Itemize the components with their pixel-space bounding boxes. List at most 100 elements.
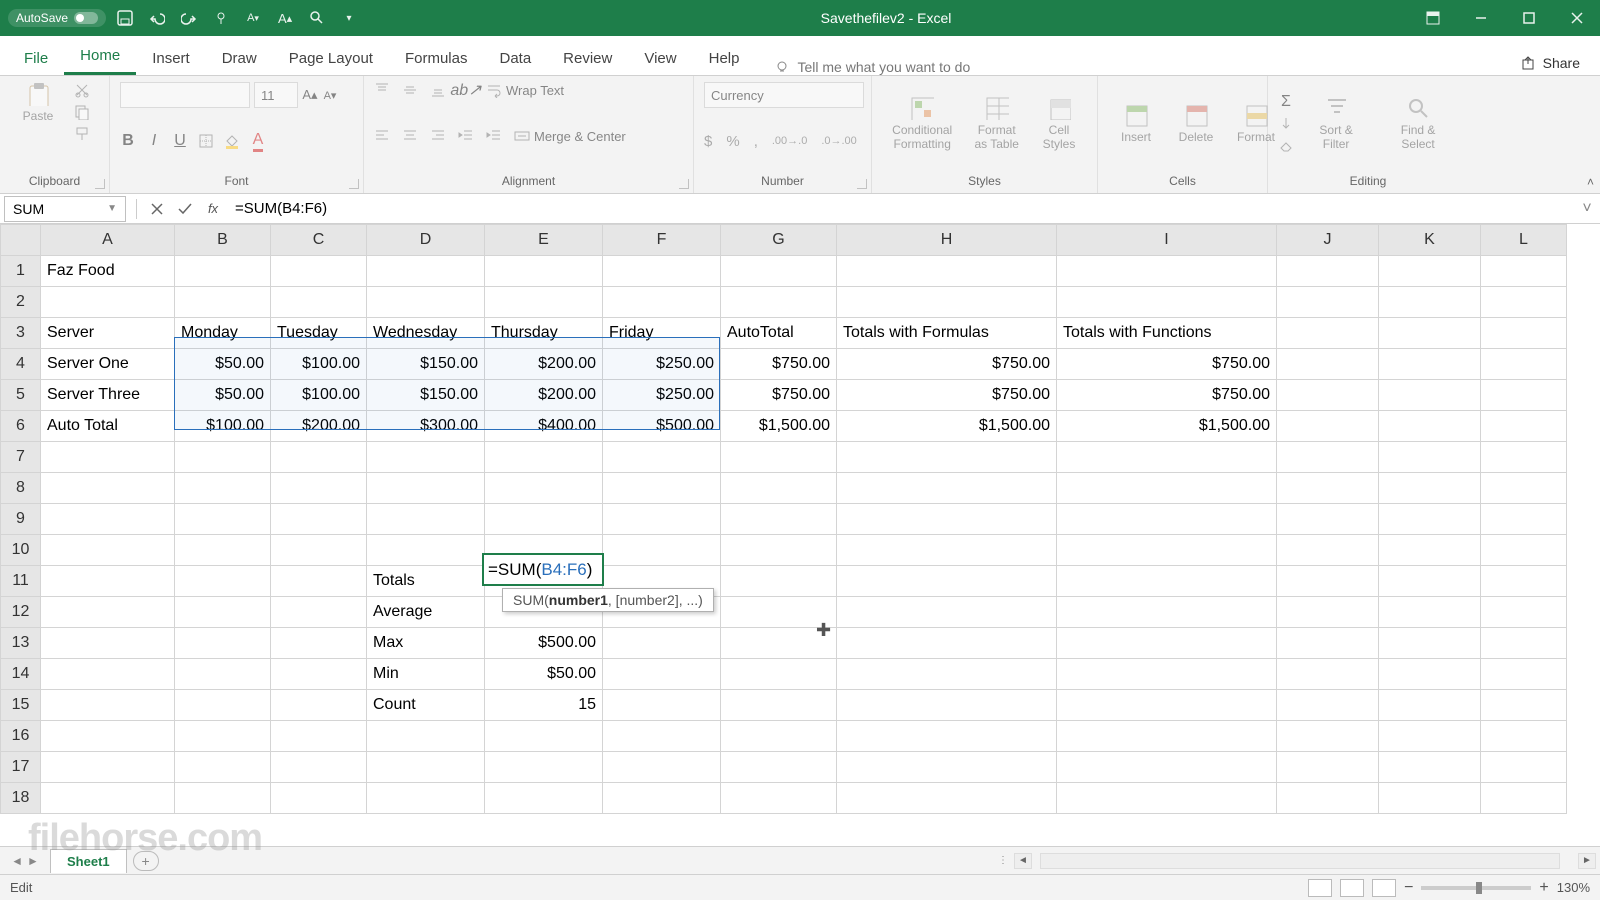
cell-E2[interactable] [485,287,603,318]
cell-A9[interactable] [41,504,175,535]
cell-G9[interactable] [721,504,837,535]
alignment-launcher-icon[interactable] [679,179,689,189]
italic-icon[interactable]: I [146,133,162,149]
cell-C8[interactable] [271,473,367,504]
cell-G5[interactable]: $750.00 [721,380,837,411]
cell-I6[interactable]: $1,500.00 [1057,411,1277,442]
row-header-9[interactable]: 9 [1,504,41,535]
row-header-11[interactable]: 11 [1,566,41,597]
page-layout-view-icon[interactable] [1340,879,1364,897]
cell-G14[interactable] [721,659,837,690]
grow-font-icon[interactable]: A▴ [302,87,318,103]
tab-file[interactable]: File [8,40,64,75]
cell-K14[interactable] [1379,659,1481,690]
cell-E12[interactable] [485,597,603,628]
cell-D3[interactable]: Wednesday [367,318,485,349]
hscroll-left-icon[interactable]: ◄ [1014,853,1032,869]
row-header-13[interactable]: 13 [1,628,41,659]
cell-H10[interactable] [837,535,1057,566]
cell-J6[interactable] [1277,411,1379,442]
row-header-5[interactable]: 5 [1,380,41,411]
zoom-slider[interactable] [1421,886,1531,890]
accounting-format-icon[interactable]: $ [704,133,712,150]
cell-L10[interactable] [1481,535,1567,566]
cell-K5[interactable] [1379,380,1481,411]
cell-F11[interactable] [603,566,721,597]
cell-I13[interactable] [1057,628,1277,659]
cell-E7[interactable] [485,442,603,473]
page-break-view-icon[interactable] [1372,879,1396,897]
col-header-I[interactable]: I [1057,225,1277,256]
cell-I10[interactable] [1057,535,1277,566]
cell-E6[interactable]: $400.00 [485,411,603,442]
cell-C14[interactable] [271,659,367,690]
cell-A14[interactable] [41,659,175,690]
row-header-16[interactable]: 16 [1,721,41,752]
sort-filter-button[interactable]: Sort & Filter [1300,96,1372,152]
cell-C11[interactable] [271,566,367,597]
cell-L3[interactable] [1481,318,1567,349]
cell-J4[interactable] [1277,349,1379,380]
cell-L14[interactable] [1481,659,1567,690]
cell-C5[interactable]: $100.00 [271,380,367,411]
row-header-15[interactable]: 15 [1,690,41,721]
cell-H18[interactable] [837,783,1057,814]
row-header-3[interactable]: 3 [1,318,41,349]
cell-A18[interactable] [41,783,175,814]
cell-J11[interactable] [1277,566,1379,597]
cell-F9[interactable] [603,504,721,535]
cell-I15[interactable] [1057,690,1277,721]
tab-home[interactable]: Home [64,37,136,75]
cell-D8[interactable] [367,473,485,504]
cell-C17[interactable] [271,752,367,783]
paste-button[interactable]: Paste [10,82,66,124]
delete-cells-button[interactable]: Delete [1168,103,1224,145]
cell-F8[interactable] [603,473,721,504]
cell-J13[interactable] [1277,628,1379,659]
cell-I11[interactable] [1057,566,1277,597]
cell-F18[interactable] [603,783,721,814]
cell-A15[interactable] [41,690,175,721]
increase-indent-icon[interactable] [486,128,502,144]
cell-A4[interactable]: Server One [41,349,175,380]
cell-I5[interactable]: $750.00 [1057,380,1277,411]
cell-L8[interactable] [1481,473,1567,504]
redo-icon[interactable] [176,5,202,31]
cell-F6[interactable]: $500.00 [603,411,721,442]
cell-K15[interactable] [1379,690,1481,721]
cell-L11[interactable] [1481,566,1567,597]
cell-L12[interactable] [1481,597,1567,628]
worksheet-area[interactable]: ABCDEFGHIJKL1Faz Food23ServerMondayTuesd… [0,224,1600,838]
cell-G10[interactable] [721,535,837,566]
font-size-dropdown[interactable] [254,82,298,108]
cell-C13[interactable] [271,628,367,659]
cell-L1[interactable] [1481,256,1567,287]
cell-B1[interactable] [175,256,271,287]
cell-F14[interactable] [603,659,721,690]
cell-C6[interactable]: $200.00 [271,411,367,442]
cell-B16[interactable] [175,721,271,752]
cell-G13[interactable] [721,628,837,659]
cell-F10[interactable] [603,535,721,566]
cell-styles-button[interactable]: Cell Styles [1031,96,1087,152]
cell-B17[interactable] [175,752,271,783]
find-select-button[interactable]: Find & Select [1378,96,1458,152]
decrease-decimal-icon[interactable]: .0→.00 [821,135,856,147]
cell-F7[interactable] [603,442,721,473]
fill-icon[interactable] [1278,116,1294,132]
row-header-6[interactable]: 6 [1,411,41,442]
cell-B7[interactable] [175,442,271,473]
tab-view[interactable]: View [628,40,692,75]
align-left-icon[interactable] [374,128,390,144]
cell-E1[interactable] [485,256,603,287]
cell-E15[interactable]: 15 [485,690,603,721]
cell-J16[interactable] [1277,721,1379,752]
cell-A11[interactable] [41,566,175,597]
fill-color-icon[interactable] [224,133,240,149]
conditional-formatting-button[interactable]: Conditional Formatting [882,96,962,152]
cell-F13[interactable] [603,628,721,659]
bold-icon[interactable]: B [120,133,136,149]
cell-G7[interactable] [721,442,837,473]
cell-K4[interactable] [1379,349,1481,380]
col-header-H[interactable]: H [837,225,1057,256]
